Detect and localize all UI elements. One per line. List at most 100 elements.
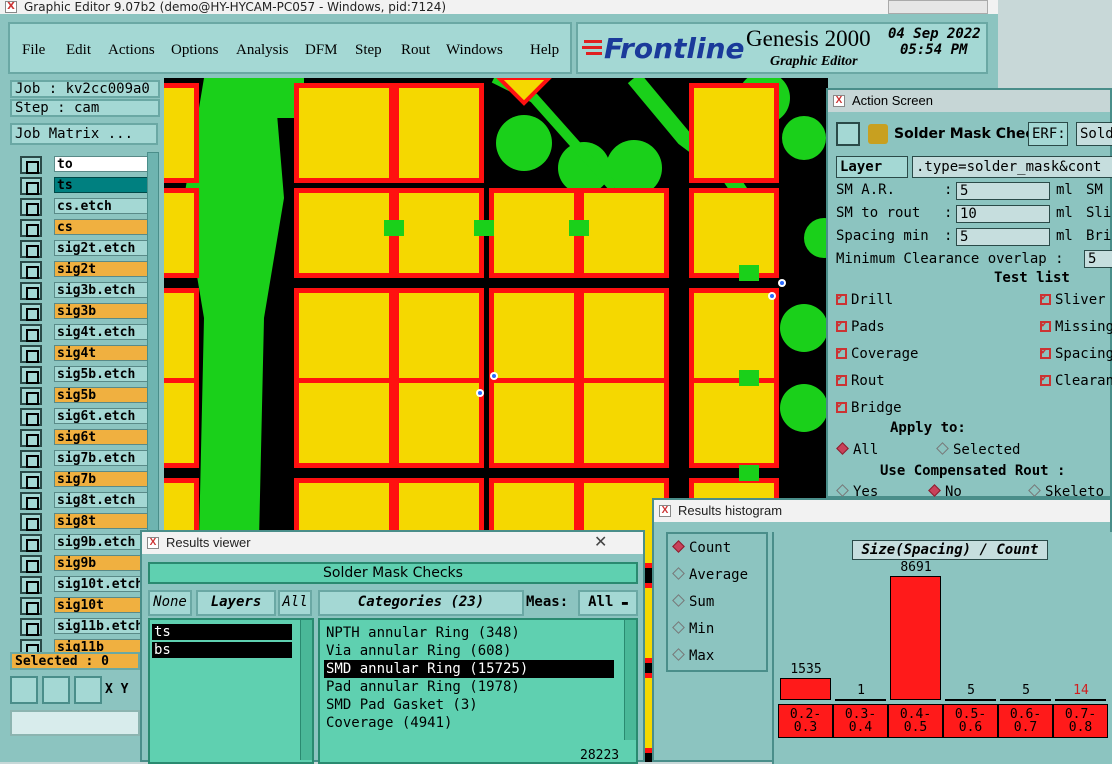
close-icon[interactable]: ✕: [594, 532, 607, 554]
layer-name[interactable]: sig2t.etch: [54, 240, 150, 256]
layer-checkbox[interactable]: [20, 303, 42, 321]
layer-checkbox[interactable]: [20, 366, 42, 384]
apply-selected-radio[interactable]: Selected: [936, 442, 1020, 458]
layer-row[interactable]: sig3b: [20, 303, 150, 321]
layer-checkbox[interactable]: [20, 219, 42, 237]
test-checkbox[interactable]: Rout: [836, 371, 885, 389]
test-checkbox[interactable]: Sliver: [1040, 290, 1106, 308]
layer-name[interactable]: sig5b: [54, 387, 150, 403]
histogram-bar[interactable]: [780, 678, 831, 700]
layer-checkbox[interactable]: [20, 429, 42, 447]
categories-button[interactable]: Categories (23): [318, 590, 524, 616]
menu-step[interactable]: Step: [355, 42, 382, 59]
category-item[interactable]: SMD annular Ring (15725): [324, 660, 614, 678]
layer-checkbox[interactable]: [20, 240, 42, 258]
param-field[interactable]: 10: [956, 205, 1050, 223]
category-item[interactable]: Via annular Ring (608): [324, 642, 614, 660]
window-controls[interactable]: [888, 0, 988, 14]
histogram-option-radio[interactable]: Min: [672, 621, 714, 637]
layer-row[interactable]: sig4t.etch: [20, 324, 150, 342]
category-scrollbar[interactable]: [624, 620, 636, 740]
layer-name[interactable]: cs.etch: [54, 198, 150, 214]
layer-checkbox[interactable]: [20, 492, 42, 510]
layer-row[interactable]: sig5b.etch: [20, 366, 150, 384]
layer-row[interactable]: sig9b: [20, 555, 150, 573]
menu-rout[interactable]: Rout: [401, 42, 430, 59]
layer-checkbox[interactable]: [20, 261, 42, 279]
menu-file[interactable]: File: [22, 42, 45, 59]
layer-name[interactable]: sig7b.etch: [54, 450, 150, 466]
layer-result-item[interactable]: bs: [152, 642, 292, 658]
menu-options[interactable]: Options: [171, 42, 219, 59]
layer-row[interactable]: sig9b.etch: [20, 534, 150, 552]
layer-name[interactable]: sig5b.etch: [54, 366, 150, 382]
test-checkbox[interactable]: Spacing: [1040, 344, 1112, 362]
none-button[interactable]: None: [148, 590, 192, 616]
layer-checkbox[interactable]: [20, 450, 42, 468]
layer-checkbox[interactable]: [20, 324, 42, 342]
zoom-tool-button[interactable]: [10, 676, 38, 704]
erf-button[interactable]: ERF:: [1028, 122, 1068, 146]
layer-checkbox[interactable]: [20, 282, 42, 300]
layer-row[interactable]: sig6t.etch: [20, 408, 150, 426]
layer-name[interactable]: cs: [54, 219, 150, 235]
all-button[interactable]: All: [278, 590, 312, 616]
erf-field[interactable]: Sold: [1076, 122, 1112, 146]
layer-row[interactable]: sig3b.etch: [20, 282, 150, 300]
job-matrix-button[interactable]: Job Matrix ...: [10, 123, 158, 145]
command-field[interactable]: [10, 710, 140, 736]
category-item[interactable]: SMD Pad Gasket (3): [324, 696, 614, 714]
layer-name[interactable]: sig8t.etch: [54, 492, 150, 508]
layer-name[interactable]: sig10t: [54, 597, 150, 613]
test-checkbox[interactable]: Drill: [836, 290, 893, 308]
layer-row[interactable]: sig8t.etch: [20, 492, 150, 510]
layer-checkbox[interactable]: [20, 576, 42, 594]
layer-checkbox[interactable]: [20, 618, 42, 636]
layer-row[interactable]: sig2t.etch: [20, 240, 150, 258]
grid-tool-button[interactable]: [74, 676, 102, 704]
layer-row[interactable]: sig5b: [20, 387, 150, 405]
layer-row[interactable]: sig8t: [20, 513, 150, 531]
layer-checkbox[interactable]: [20, 408, 42, 426]
param-field[interactable]: 5: [956, 182, 1050, 200]
layer-row[interactable]: sig7b: [20, 471, 150, 489]
layers-button[interactable]: Layers: [196, 590, 276, 616]
layer-row[interactable]: sig4t: [20, 345, 150, 363]
layer-name[interactable]: sig3b.etch: [54, 282, 150, 298]
layer-name[interactable]: sig9b.etch: [54, 534, 150, 550]
layer-field[interactable]: .type=solder_mask&cont: [912, 156, 1112, 178]
meas-dropdown[interactable]: All ▬: [578, 590, 638, 616]
layer-name[interactable]: sig10t.etch: [54, 576, 150, 592]
min-clearance-field[interactable]: 5: [1084, 250, 1112, 268]
menu-windows[interactable]: Windows: [446, 42, 503, 59]
layer-row[interactable]: sig11b.etch: [20, 618, 150, 636]
layer-row[interactable]: sig10t: [20, 597, 150, 615]
test-checkbox[interactable]: Coverage: [836, 344, 918, 362]
layer-row[interactable]: to: [20, 156, 150, 174]
layer-checkbox[interactable]: [20, 597, 42, 615]
layer-name[interactable]: sig9b: [54, 555, 150, 571]
layer-checkbox[interactable]: [20, 198, 42, 216]
action-screen-menu-icon[interactable]: [836, 122, 860, 146]
layer-name[interactable]: sig7b: [54, 471, 150, 487]
test-checkbox[interactable]: Clearan: [1040, 371, 1112, 389]
layer-checkbox[interactable]: [20, 345, 42, 363]
layer-name[interactable]: sig6t.etch: [54, 408, 150, 424]
layer-name[interactable]: sig8t: [54, 513, 150, 529]
histogram-option-radio[interactable]: Max: [672, 648, 714, 664]
histogram-bar[interactable]: [1055, 699, 1106, 701]
apply-all-radio[interactable]: All: [836, 442, 878, 458]
test-checkbox[interactable]: Bridge: [836, 398, 902, 416]
layer-row[interactable]: sig7b.etch: [20, 450, 150, 468]
histogram-option-radio[interactable]: Sum: [672, 594, 714, 610]
layer-row[interactable]: sig6t: [20, 429, 150, 447]
test-checkbox[interactable]: Missing: [1040, 317, 1112, 335]
layer-results-scrollbar[interactable]: [300, 620, 312, 760]
layer-name[interactable]: sig11b.etch: [54, 618, 150, 634]
layer-row[interactable]: sig10t.etch: [20, 576, 150, 594]
menu-analysis[interactable]: Analysis: [236, 42, 289, 59]
layer-row[interactable]: ts: [20, 177, 150, 195]
category-item[interactable]: NPTH annular Ring (348): [324, 624, 614, 642]
layer-result-item[interactable]: ts: [152, 624, 292, 640]
layer-name[interactable]: sig3b: [54, 303, 150, 319]
